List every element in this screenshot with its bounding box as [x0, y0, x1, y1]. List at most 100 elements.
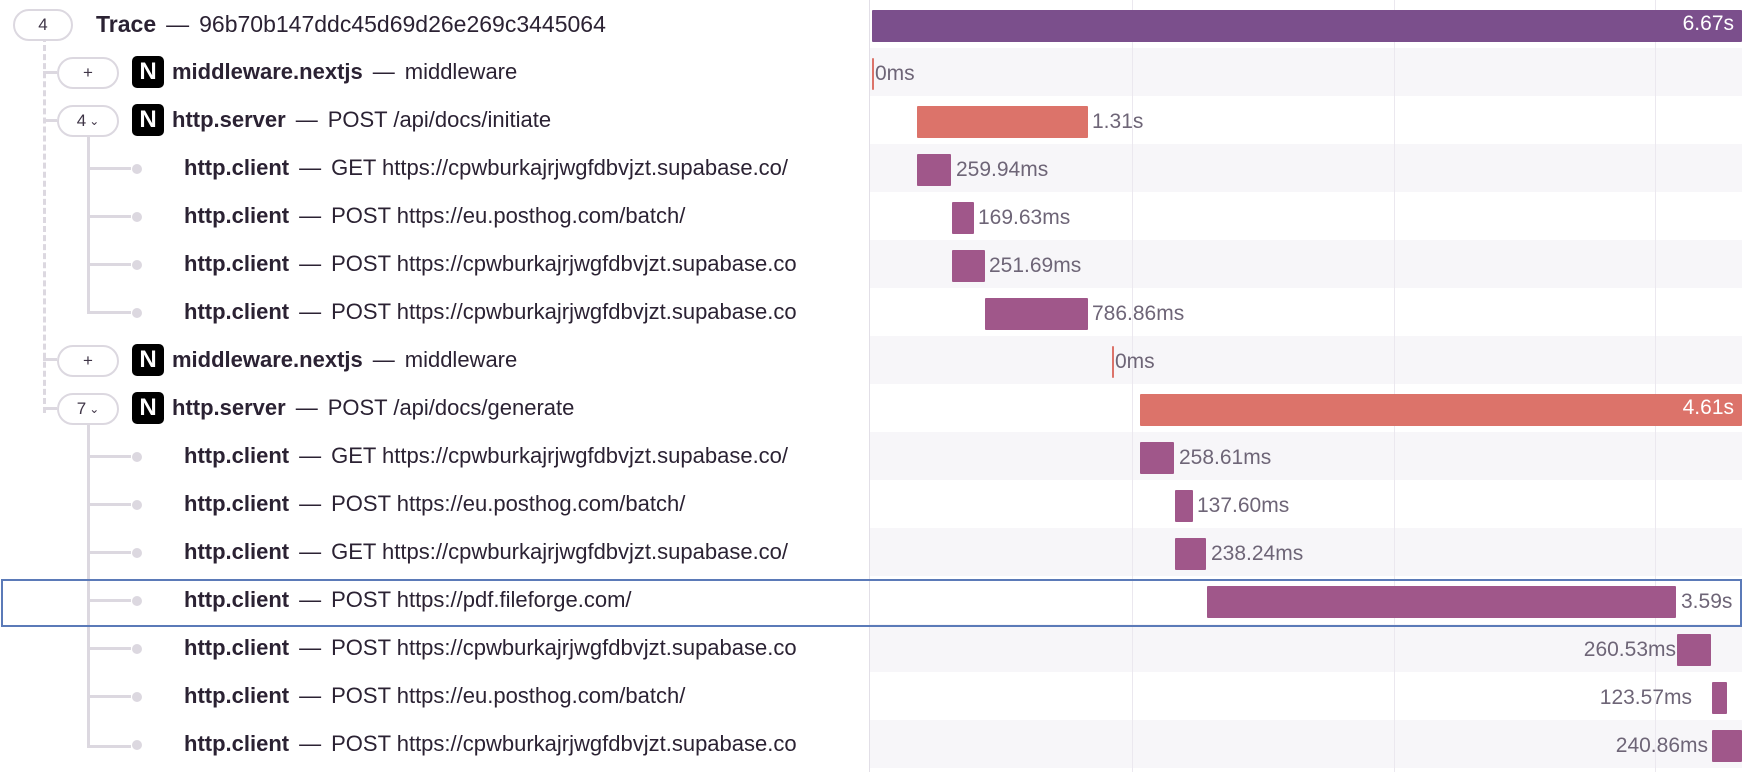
span-duration-label: 0ms [875, 62, 915, 85]
span-separator: — [299, 731, 322, 756]
span-separator: — [299, 203, 322, 228]
span-label: http.server — POST /api/docs/initiate [172, 96, 551, 144]
nextjs-icon: N [132, 392, 164, 424]
children-count: 7 [76, 399, 87, 418]
span-duration-bar[interactable] [917, 154, 951, 186]
span-duration-bar[interactable] [1140, 442, 1174, 474]
span-duration-label: 258.61ms [1179, 446, 1272, 469]
span-row[interactable]: http.client — POST https://eu.posthog.com/… [0, 480, 870, 528]
span-label: http.client — POST https://eu.posthog.com/… [184, 672, 685, 720]
span-duration-label: 3.59s [1681, 590, 1733, 613]
span-duration-bar[interactable] [952, 202, 974, 234]
span-label: http.client — POST https://cpwburkajrjwgfd… [184, 240, 797, 288]
span-row[interactable]: http.client — GET https://cpwburkajrjwgfdb… [0, 432, 870, 480]
row-background [870, 432, 1742, 480]
span-label: http.client — POST https://cpwburkajrjwgfd… [184, 624, 797, 672]
span-row[interactable]: http.client — POST https://eu.posthog.com/… [0, 192, 870, 240]
trace-children-count-button[interactable]: 4 [13, 9, 73, 41]
span-row[interactable]: http.client — POST https://cpwburkajrjwgfd… [0, 720, 870, 768]
span-duration-bar[interactable] [985, 298, 1088, 330]
span-description: POST https://pdf.fileforge.com/ [331, 587, 632, 612]
span-label: middleware.nextjs — middleware [172, 336, 517, 384]
span-description: POST https://eu.posthog.com/batch/ [331, 683, 686, 708]
span-op: http.client [184, 251, 290, 276]
span-row[interactable]: http.client — POST https://cpwburkajrjwgfd… [0, 624, 870, 672]
span-row[interactable]: 4 ⌄ N http.server — POST /api/docs/initiate [0, 96, 870, 144]
span-row[interactable]: 7 ⌄ N http.server — POST /api/docs/generate [0, 384, 870, 432]
span-duration-label: 4.61s [1682, 396, 1734, 419]
collapse-button[interactable]: 4 ⌄ [57, 105, 119, 137]
span-duration-label: 169.63ms [978, 206, 1071, 229]
span-separator: — [299, 155, 322, 180]
span-op: http.client [184, 683, 290, 708]
span-separator: — [299, 587, 322, 612]
span-label: http.server — POST /api/docs/generate [172, 384, 574, 432]
span-duration-label: 123.57ms [1599, 686, 1692, 709]
expand-button[interactable]: + [57, 345, 119, 377]
span-description: POST https://eu.posthog.com/batch/ [331, 203, 686, 228]
span-duration-bar[interactable] [917, 106, 1088, 138]
span-duration-bar[interactable] [1712, 682, 1727, 714]
span-row[interactable]: + N middleware.nextjs — middleware [0, 336, 870, 384]
span-row-selected[interactable]: http.client — POST https://pdf.fileforge.c… [0, 576, 870, 624]
span-row[interactable]: + N middleware.nextjs — middleware [0, 48, 870, 96]
span-label: http.client — POST https://pdf.fileforge.c… [184, 576, 632, 624]
span-description: GET https://cpwburkajrjwgfdbvjzt.supabas… [331, 539, 789, 564]
span-label: http.client — GET https://cpwburkajrjwgfdb… [184, 432, 788, 480]
span-duration-bar[interactable] [1207, 586, 1676, 618]
span-duration-bar[interactable] [1677, 634, 1711, 666]
span-duration-label: 259.94ms [956, 158, 1049, 181]
chevron-down-icon: ⌄ [89, 114, 100, 128]
span-duration-label: 786.86ms [1092, 302, 1185, 325]
span-op: http.server [172, 107, 286, 132]
span-description: POST https://eu.posthog.com/batch/ [331, 491, 686, 516]
span-duration-bar[interactable] [1712, 730, 1742, 762]
trace-duration-label: 6.67s [1682, 12, 1734, 35]
span-row[interactable]: http.client — POST https://cpwburkajrjwgfd… [0, 240, 870, 288]
expand-plus: + [83, 351, 93, 370]
span-description: middleware [404, 59, 518, 84]
span-tree-pane: 4 Trace — 96b70b147ddc45d69d26e269c3445064… [0, 0, 870, 772]
nextjs-icon: N [132, 56, 164, 88]
chevron-down-icon: ⌄ [89, 402, 100, 416]
span-duration-label: 137.60ms [1197, 494, 1290, 517]
span-description: middleware [404, 347, 518, 372]
children-count: 4 [76, 111, 87, 130]
span-duration-bar[interactable] [1175, 538, 1206, 570]
span-separator: — [372, 59, 395, 84]
span-description: POST https://cpwburkajrjwgfdbvjzt.supaba… [331, 635, 797, 660]
span-duration-bar[interactable] [952, 250, 985, 282]
span-marker[interactable] [1112, 346, 1114, 378]
span-description: POST /api/docs/initiate [327, 107, 552, 132]
span-duration-label: 0ms [1115, 350, 1155, 373]
span-op: http.client [184, 203, 290, 228]
span-label: http.client — POST https://eu.posthog.com/… [184, 192, 685, 240]
trace-root-row[interactable]: 4 Trace — 96b70b147ddc45d69d26e269c3445064 [0, 0, 870, 48]
span-duration-bar[interactable] [1175, 490, 1193, 522]
span-separator: — [295, 395, 318, 420]
collapse-button[interactable]: 7 ⌄ [57, 393, 119, 425]
span-description: POST /api/docs/generate [327, 395, 575, 420]
span-label: http.client — GET https://cpwburkajrjwgfdb… [184, 528, 788, 576]
span-row[interactable]: http.client — GET https://cpwburkajrjwgfdb… [0, 528, 870, 576]
timeline-grid-line [1394, 0, 1395, 772]
span-row[interactable]: http.client — GET https://cpwburkajrjwgfdb… [0, 144, 870, 192]
span-marker[interactable] [872, 58, 874, 90]
expand-plus: + [83, 63, 93, 82]
span-op: http.client [184, 155, 290, 180]
span-label: http.client — POST https://eu.posthog.com/… [184, 480, 685, 528]
span-duration-label: 251.69ms [989, 254, 1082, 277]
row-background [870, 336, 1742, 384]
span-label: middleware.nextjs — middleware [172, 48, 517, 96]
trace-children-count: 4 [38, 15, 48, 34]
row-background [870, 48, 1742, 96]
span-op: http.client [184, 587, 290, 612]
expand-button[interactable]: + [57, 57, 119, 89]
span-op: middleware.nextjs [172, 59, 363, 84]
span-separator: — [299, 683, 322, 708]
span-row[interactable]: http.client — POST https://eu.posthog.com/… [0, 672, 870, 720]
span-label: http.client — POST https://cpwburkajrjwgfd… [184, 720, 797, 768]
span-row[interactable]: http.client — POST https://cpwburkajrjwgfd… [0, 288, 870, 336]
span-separator: — [299, 491, 322, 516]
span-duration-label: 1.31s [1092, 110, 1144, 133]
